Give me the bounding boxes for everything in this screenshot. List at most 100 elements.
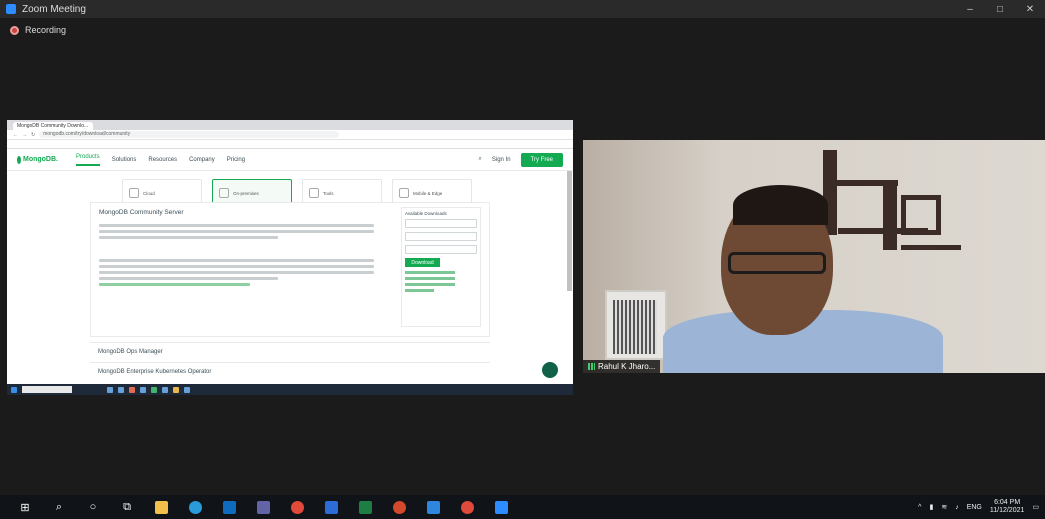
participant-video[interactable]: Rahul K Jharo... (583, 140, 1045, 373)
cortana-icon[interactable]: ○ (76, 495, 110, 519)
description-line (99, 277, 278, 280)
download-link[interactable] (405, 283, 456, 286)
teams-icon[interactable] (246, 495, 280, 519)
search-icon[interactable]: ⌕ (478, 156, 481, 163)
onedrive-icon[interactable] (416, 495, 450, 519)
platform-select[interactable] (405, 232, 477, 241)
participant-name-tag: Rahul K Jharo... (583, 360, 661, 373)
description-line (99, 230, 374, 233)
shared-taskbar (7, 384, 573, 395)
nav-resources[interactable]: Resources (148, 157, 177, 163)
card-cloud-label: Cloud (143, 190, 155, 196)
network-icon[interactable]: ^ (918, 504, 921, 511)
section-ops-manager[interactable]: MongoDB Ops Manager (90, 342, 490, 362)
excel-icon[interactable] (348, 495, 382, 519)
time: 6:04 PM (994, 499, 1021, 506)
windows-taskbar: ⊞ ⌕ ○ ⧉ ^ ▮ ≋ ♪ ENG 6:04 PM 11/12/2021 ▭ (0, 495, 1045, 519)
participant-name: Rahul K Jharo... (598, 362, 656, 371)
wall-shelf (901, 245, 961, 250)
bookmarks-bar (7, 140, 573, 149)
file-explorer-icon[interactable] (144, 495, 178, 519)
browser-tab-strip: MongoDB Community Downlo... (7, 120, 573, 130)
shared-screen[interactable]: MongoDB Community Downlo... ← → ↻ mongod… (7, 120, 573, 395)
search-icon[interactable]: ⌕ (42, 495, 76, 519)
version-select[interactable] (405, 219, 477, 228)
room-heater (605, 290, 667, 360)
taskbar-app-icon[interactable] (107, 386, 113, 393)
window-title: Zoom Meeting (22, 3, 86, 15)
mongodb-logo[interactable]: MongoDB. (17, 155, 58, 164)
windows-icon[interactable]: ⊞ (8, 495, 42, 519)
person-hair (733, 185, 828, 225)
taskbar-app-icon[interactable] (140, 386, 146, 393)
downloads-title: Available Downloads (405, 211, 447, 216)
taskbar-app-icon[interactable] (129, 386, 135, 393)
close-button[interactable]: ✕ (1015, 0, 1045, 18)
download-link[interactable] (405, 277, 456, 280)
volume-icon[interactable]: ♪ (955, 504, 959, 511)
url-field[interactable]: mongodb.com/try/download/community (39, 131, 340, 138)
chrome-icon[interactable] (280, 495, 314, 519)
description-line (99, 224, 374, 227)
browser-address-bar: ← → ↻ mongodb.com/try/download/community (7, 130, 573, 140)
nav-products[interactable]: Products (76, 154, 100, 166)
nav-pricing[interactable]: Pricing (227, 157, 245, 163)
try-free-button[interactable]: Try Free (520, 152, 563, 167)
edge-icon[interactable] (178, 495, 212, 519)
powerpoint-icon[interactable] (382, 495, 416, 519)
card-on-premises-label: On-premises (233, 190, 259, 196)
back-icon[interactable]: ← (13, 132, 18, 138)
recording-icon (10, 25, 19, 35)
notifications-icon[interactable]: ▭ (1032, 503, 1039, 511)
page-scrollbar[interactable] (567, 171, 572, 291)
wall-shelf (901, 195, 941, 235)
download-link[interactable] (405, 271, 456, 274)
minimize-button[interactable]: – (955, 0, 985, 18)
browser-tab[interactable]: MongoDB Community Downlo... (13, 122, 93, 130)
description-line (99, 259, 374, 262)
nav-company[interactable]: Company (189, 157, 215, 163)
description-line (99, 236, 278, 239)
person-glasses (728, 252, 826, 274)
taskbar-app-icon[interactable] (173, 386, 179, 393)
zoom-icon[interactable] (484, 495, 518, 519)
available-downloads-box: Available Downloads Download (401, 207, 481, 327)
package-select[interactable] (405, 245, 477, 254)
card-mobile-edge-label: Mobile & Edge (413, 190, 443, 196)
description-line (99, 271, 374, 274)
recording-indicator[interactable]: Recording (10, 25, 66, 35)
nav-solutions[interactable]: Solutions (112, 157, 137, 163)
learn-more-link[interactable] (99, 283, 251, 286)
word-icon[interactable] (314, 495, 348, 519)
windows-icon[interactable] (11, 386, 17, 393)
card-tools-label: Tools (323, 190, 334, 196)
outlook-icon[interactable] (212, 495, 246, 519)
wifi-icon[interactable]: ≋ (941, 503, 947, 511)
server-icon (219, 188, 229, 198)
clock[interactable]: 6:04 PM 11/12/2021 (990, 499, 1025, 515)
maximize-button[interactable]: □ (985, 0, 1015, 18)
reload-icon[interactable]: ↻ (31, 132, 35, 138)
download-button[interactable]: Download (405, 258, 440, 267)
task-view-icon[interactable]: ⧉ (110, 495, 144, 519)
zoom-logo-icon (6, 4, 16, 14)
system-tray: ^ ▮ ≋ ♪ ENG 6:04 PM 11/12/2021 ▭ (918, 495, 1039, 519)
battery-icon[interactable]: ▮ (929, 503, 933, 511)
mongodb-navbar: MongoDB. Products Solutions Resources Co… (7, 149, 573, 171)
section-kubernetes-operator[interactable]: MongoDB Enterprise Kubernetes Operator (90, 362, 490, 382)
taskbar-app-icon[interactable] (162, 386, 168, 393)
search-box[interactable] (22, 386, 72, 393)
chrome-icon-2[interactable] (450, 495, 484, 519)
forward-icon[interactable]: → (22, 132, 27, 138)
taskbar-app-icon[interactable] (184, 386, 190, 393)
description-line (99, 265, 374, 268)
cloud-icon (129, 188, 139, 198)
sign-in-link[interactable]: Sign In (492, 157, 511, 163)
language-indicator[interactable]: ENG (967, 504, 982, 511)
mobile-icon (399, 188, 409, 198)
window-controls: – □ ✕ (955, 0, 1045, 18)
taskbar-app-icon[interactable] (118, 386, 124, 393)
download-link[interactable] (405, 289, 434, 292)
taskbar-app-icon[interactable] (151, 386, 157, 393)
chat-bubble-icon[interactable] (542, 362, 558, 378)
